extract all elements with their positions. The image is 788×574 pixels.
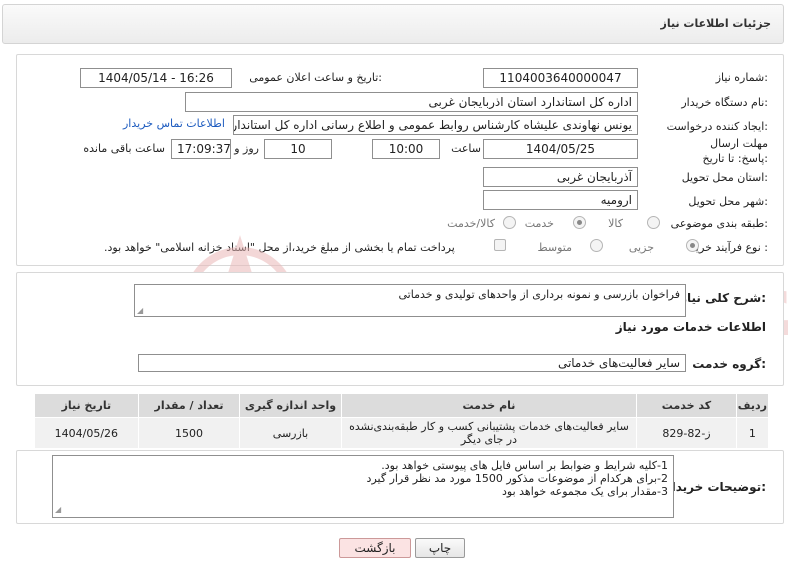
buyer-contact-link[interactable]: اطلاعات تماس خریدار: [123, 117, 225, 130]
page-title: جزئیات اطلاعات نیاز: [660, 17, 772, 30]
col-date: تاریخ نیاز: [34, 393, 139, 418]
buyer-notes-textarea[interactable]: 1-کلیه شرایط و ضوابط بر اساس فایل های پی…: [52, 455, 674, 518]
service-group-label: گروه خدمت:: [692, 357, 766, 371]
cell-row: 1: [735, 417, 770, 449]
table-header-row: ردیف کد خدمت نام خدمت واحد اندازه گیری ت…: [34, 393, 770, 418]
category-option-goods: کالا: [608, 217, 623, 230]
announce-field: 1404/05/14 - 16:26: [80, 68, 232, 88]
city-label: شهر محل تحویل:: [688, 195, 768, 208]
days-label: روز و: [234, 142, 259, 155]
radio-selected-dot: [690, 243, 695, 248]
title-bar: جزئیات اطلاعات نیاز: [2, 4, 784, 44]
process-label: نوع فرآیند خرید :: [690, 241, 768, 254]
print-button[interactable]: چاپ: [415, 538, 465, 558]
need-number-field: 1104003640000047: [483, 68, 638, 88]
province-field: آذربایجان غربی: [483, 167, 638, 187]
treasury-checkbox[interactable]: [494, 239, 506, 251]
remaining-label: ساعت باقی مانده: [83, 142, 165, 155]
buyer-notes-label: توضیحات خریدار:: [664, 480, 766, 494]
category-radio-goods-service[interactable]: [503, 216, 516, 229]
col-code: کد خدمت: [636, 393, 737, 418]
resize-grip-icon[interactable]: ◢: [137, 306, 143, 315]
note-line-2: 2-برای هرکدام از موضوعات مذکور 1500 مورد…: [366, 472, 668, 485]
announce-label: تاریخ و ساعت اعلان عمومی:: [249, 71, 382, 84]
category-radio-goods[interactable]: [647, 216, 660, 229]
cell-code: ز-82-829: [636, 417, 737, 449]
process-radio-minor[interactable]: [686, 239, 699, 252]
table-row: 1 ز-82-829 سایر فعالیت‌های خدمات پشتیبان…: [34, 417, 770, 449]
summary-text: فراخوان بازرسی و نمونه برداری از واحدهای…: [398, 288, 680, 301]
back-button[interactable]: بازگشت: [339, 538, 411, 558]
category-radio-service[interactable]: [573, 216, 586, 229]
col-row: ردیف: [735, 393, 770, 418]
category-label: طبقه بندی موضوعی:: [670, 217, 768, 230]
city-field: ارومیه: [483, 190, 638, 210]
deadline-time-field: 10:00: [372, 139, 440, 159]
summary-textarea[interactable]: فراخوان بازرسی و نمونه برداری از واحدهای…: [134, 284, 686, 317]
cell-name: سایر فعالیت‌های خدمات پشتیبانی کسب و کار…: [340, 417, 638, 449]
col-name: نام خدمت: [340, 393, 638, 418]
process-option-minor: جزیی: [628, 241, 654, 254]
category-option-goods-service: کالا/خدمت: [447, 217, 495, 230]
process-radio-medium[interactable]: [590, 239, 603, 252]
remaining-time-field: 17:09:37: [171, 139, 231, 159]
province-label: استان محل تحویل:: [681, 171, 768, 184]
summary-label: شرح کلی نیاز:: [680, 291, 766, 305]
services-section-title: اطلاعات خدمات مورد نیاز: [615, 320, 766, 334]
radio-selected-dot: [577, 220, 582, 225]
cell-qty: 1500: [137, 417, 241, 449]
requester-label: ایجاد کننده درخواست:: [666, 120, 768, 133]
col-unit: واحد اندازه گیری: [239, 393, 342, 418]
requester-field: یونس نهاوندی علیشاه کارشناس روابط عمومی …: [233, 115, 638, 135]
buyer-org-label: نام دستگاه خریدار:: [681, 96, 768, 109]
treasury-note: پرداخت تمام یا بخشی از مبلغ خرید،از محل …: [104, 241, 455, 254]
category-option-service: خدمت: [524, 217, 554, 230]
process-option-medium: متوسط: [537, 241, 572, 254]
col-qty: تعداد / مقدار: [137, 393, 241, 418]
service-group-field: سایر فعالیت‌های خدماتی: [138, 354, 686, 372]
days-field: 10: [264, 139, 332, 159]
note-line-3: 3-مقدار برای یک مجموعه خواهد بود: [501, 485, 668, 498]
deadline-date-field: 1404/05/25: [483, 139, 638, 159]
need-number-label: شماره نیاز:: [715, 71, 768, 84]
buyer-org-field: اداره کل استاندارد استان اذربایجان غربی: [185, 92, 638, 112]
deadline-label: مهلت ارسال پاسخ: تا تاریخ:: [702, 137, 768, 165]
cell-unit: بازرسی: [239, 417, 342, 449]
deadline-time-label: ساعت: [451, 142, 481, 155]
services-table: ردیف کد خدمت نام خدمت واحد اندازه گیری ت…: [34, 393, 770, 449]
note-line-1: 1-کلیه شرایط و ضوابط بر اساس فایل های پی…: [381, 459, 668, 472]
cell-date: 1404/05/26: [34, 417, 139, 449]
resize-grip-icon[interactable]: ◢: [55, 503, 61, 516]
